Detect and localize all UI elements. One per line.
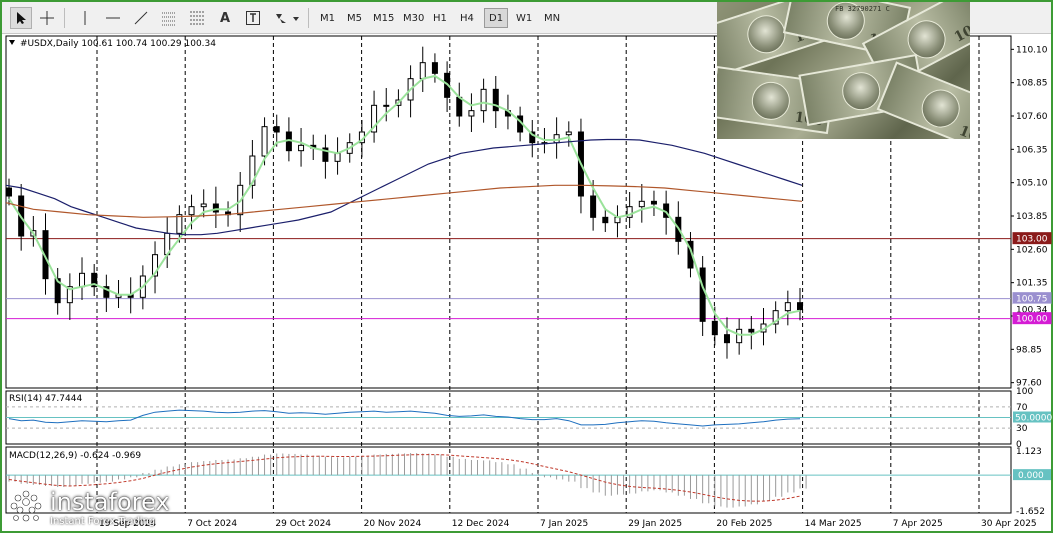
candle-body bbox=[298, 144, 305, 152]
candle-body bbox=[784, 302, 791, 312]
x-tick-label: 7 Oct 2024 bbox=[187, 519, 237, 529]
y-tick-label: 102.60 bbox=[1016, 245, 1048, 255]
rsi-y-tick-label: 70 bbox=[1016, 403, 1028, 413]
x-tick-label: 29 Jan 2025 bbox=[628, 519, 682, 529]
candle-body bbox=[650, 200, 657, 205]
candle-body bbox=[565, 131, 572, 136]
x-tick-label: 14 Mar 2025 bbox=[805, 519, 862, 529]
candle-body bbox=[176, 214, 183, 234]
candle-body bbox=[431, 62, 438, 74]
dollar-bills-photo: 100 100 100 100 100 100 FB 32790271 C bbox=[717, 2, 970, 139]
candle-body bbox=[456, 96, 463, 117]
y-tick-label: 110.10 bbox=[1016, 45, 1048, 55]
rsi-y-tick-label: 30 bbox=[1016, 424, 1028, 434]
candle-body bbox=[79, 272, 86, 288]
price-label: 103.00 bbox=[1016, 235, 1048, 245]
chart-title: #USDX,Daily 100.61 100.74 100.29 100.34 bbox=[20, 39, 216, 49]
macd-y-tick-label: -1.652 bbox=[1016, 507, 1045, 517]
x-tick-label: 20 Feb 2025 bbox=[716, 519, 772, 529]
rsi-title: RSI(14) 47.7444 bbox=[9, 394, 82, 404]
y-tick-label: 101.35 bbox=[1016, 279, 1048, 289]
price-label: 100.75 bbox=[1016, 295, 1048, 305]
candle-body bbox=[736, 328, 743, 344]
x-tick-label: 29 Oct 2024 bbox=[275, 519, 331, 529]
rsi-y-tick-label: 100 bbox=[1016, 387, 1033, 397]
candle-body bbox=[200, 203, 207, 208]
y-tick-label: 105.10 bbox=[1016, 179, 1048, 189]
candle-body bbox=[492, 88, 499, 112]
x-tick-label: 7 Jan 2025 bbox=[540, 519, 588, 529]
candle-body bbox=[480, 88, 487, 112]
candle-body bbox=[699, 267, 706, 322]
instaforex-logo-icon bbox=[10, 490, 42, 522]
candle-body bbox=[212, 203, 219, 213]
candle-body bbox=[711, 320, 718, 336]
y-tick-label: 98.85 bbox=[1016, 345, 1042, 355]
candle-body bbox=[419, 62, 426, 80]
candle-body bbox=[273, 126, 280, 133]
brand-tagline: Instant Forex Trading bbox=[50, 516, 156, 527]
x-tick-label: 12 Dec 2024 bbox=[452, 519, 510, 529]
candle-body bbox=[723, 334, 730, 344]
macd-y-tick-label: 1.123 bbox=[1016, 447, 1042, 457]
candle-body bbox=[383, 104, 390, 107]
brand-name: instaforex bbox=[50, 488, 170, 516]
candle-body bbox=[638, 200, 645, 208]
bill-image: 100 bbox=[876, 61, 970, 139]
x-tick-label: 30 Apr 2025 bbox=[981, 519, 1037, 529]
rsi-level-label: 50.0000 bbox=[1015, 414, 1052, 424]
candle-body bbox=[468, 110, 475, 117]
candle-body bbox=[748, 328, 755, 333]
candle-body bbox=[797, 302, 803, 311]
y-tick-label: 103.85 bbox=[1016, 212, 1048, 222]
candle-body bbox=[188, 206, 195, 216]
macd-zero-label: 0.000 bbox=[1018, 471, 1044, 481]
y-tick-label: 107.60 bbox=[1016, 112, 1048, 122]
bill-serial: FB 32790271 C bbox=[835, 5, 890, 13]
x-tick-label: 20 Nov 2024 bbox=[364, 519, 422, 529]
macd-title: MACD(12,26,9) -0.624 -0.969 bbox=[9, 451, 141, 461]
instaforex-logo: instaforex Instant Forex Trading bbox=[6, 488, 186, 530]
candle-body bbox=[590, 195, 597, 218]
candle-body bbox=[6, 187, 12, 197]
candle-body bbox=[261, 126, 268, 157]
y-tick-label: 108.85 bbox=[1016, 79, 1048, 89]
y-tick-label: 106.35 bbox=[1016, 145, 1048, 155]
candle-body bbox=[334, 152, 341, 162]
x-tick-label: 7 Apr 2025 bbox=[893, 519, 943, 529]
candle-body bbox=[602, 216, 609, 224]
price-label: 100.00 bbox=[1016, 315, 1048, 325]
